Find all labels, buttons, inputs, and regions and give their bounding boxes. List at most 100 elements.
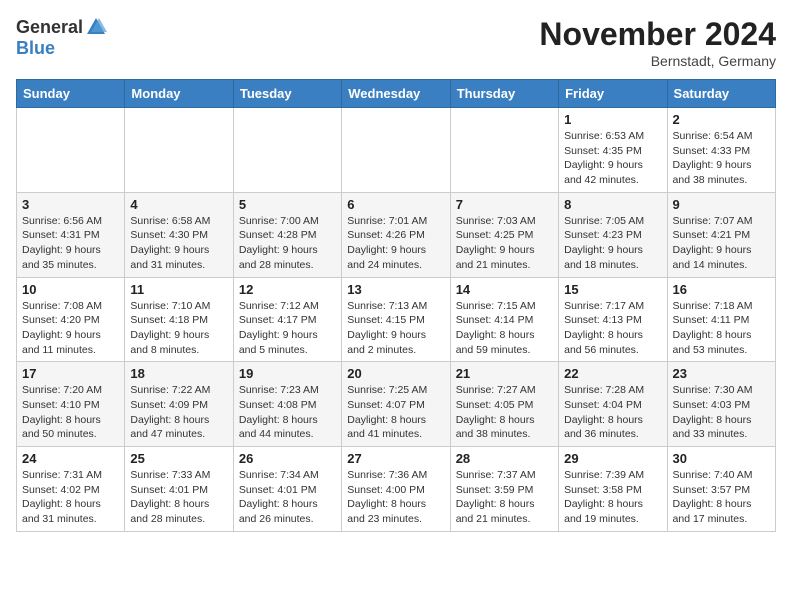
day-number: 22	[564, 366, 661, 381]
calendar-cell: 16Sunrise: 7:18 AM Sunset: 4:11 PM Dayli…	[667, 277, 775, 362]
day-number: 5	[239, 197, 336, 212]
calendar-week-row: 10 Sunrise: 7:08 AM Sunset: 4:20 PM Dayli…	[17, 277, 776, 362]
calendar-header-day: Friday	[559, 80, 667, 108]
day-number: 30	[673, 451, 770, 466]
day-info: Sunrise: 7:15 AM Sunset: 4:14 PM Dayligh…	[456, 299, 553, 358]
calendar-cell	[125, 108, 233, 193]
day-info: Sunrise: 7:28 AM Sunset: 4:04 PM Dayligh…	[564, 383, 661, 442]
calendar-cell: 3 Sunrise: 6:56 AM Sunset: 4:31 PM Daylig…	[17, 192, 125, 277]
day-info: Sunrise: 6:54 AM Sunset: 4:33 PM Dayligh…	[673, 129, 770, 188]
calendar-header-row: SundayMondayTuesdayWednesdayThursdayFrid…	[17, 80, 776, 108]
day-info: Sunrise: 7:13 AM Sunset: 4:15 PM Dayligh…	[347, 299, 444, 358]
calendar-week-row: 17 Sunrise: 7:20 AM Sunset: 4:10 PM Dayli…	[17, 362, 776, 447]
day-number: 9	[673, 197, 770, 212]
calendar-header-day: Wednesday	[342, 80, 450, 108]
day-number: 29	[564, 451, 661, 466]
day-info: Sunrise: 7:12 AM Sunset: 4:17 PM Dayligh…	[239, 299, 336, 358]
calendar-week-row: 24Sunrise: 7:31 AM Sunset: 4:02 PM Dayli…	[17, 447, 776, 532]
calendar-cell: 1Sunrise: 6:53 AM Sunset: 4:35 PM Daylig…	[559, 108, 667, 193]
logo-icon	[85, 16, 107, 38]
day-info: Sunrise: 7:27 AM Sunset: 4:05 PM Dayligh…	[456, 383, 553, 442]
day-info: Sunrise: 7:30 AM Sunset: 4:03 PM Dayligh…	[673, 383, 770, 442]
day-info: Sunrise: 7:39 AM Sunset: 3:58 PM Dayligh…	[564, 468, 661, 527]
calendar-cell: 15Sunrise: 7:17 AM Sunset: 4:13 PM Dayli…	[559, 277, 667, 362]
calendar-header-day: Monday	[125, 80, 233, 108]
calendar-cell: 19 Sunrise: 7:23 AM Sunset: 4:08 PM Dayli…	[233, 362, 341, 447]
location: Bernstadt, Germany	[539, 53, 776, 69]
calendar-cell: 17 Sunrise: 7:20 AM Sunset: 4:10 PM Dayli…	[17, 362, 125, 447]
day-number: 17	[22, 366, 119, 381]
calendar-cell	[233, 108, 341, 193]
day-info: Sunrise: 7:36 AM Sunset: 4:00 PM Dayligh…	[347, 468, 444, 527]
calendar-header-day: Saturday	[667, 80, 775, 108]
day-info: Sunrise: 7:34 AM Sunset: 4:01 PM Dayligh…	[239, 468, 336, 527]
logo: General Blue	[16, 16, 107, 59]
calendar-cell: 8 Sunrise: 7:05 AM Sunset: 4:23 PM Daylig…	[559, 192, 667, 277]
day-number: 11	[130, 282, 227, 297]
day-number: 27	[347, 451, 444, 466]
calendar-cell: 26 Sunrise: 7:34 AM Sunset: 4:01 PM Dayli…	[233, 447, 341, 532]
calendar-week-row: 3 Sunrise: 6:56 AM Sunset: 4:31 PM Daylig…	[17, 192, 776, 277]
day-info: Sunrise: 7:00 AM Sunset: 4:28 PM Dayligh…	[239, 214, 336, 273]
day-info: Sunrise: 7:40 AM Sunset: 3:57 PM Dayligh…	[673, 468, 770, 527]
calendar: SundayMondayTuesdayWednesdayThursdayFrid…	[16, 79, 776, 532]
day-number: 26	[239, 451, 336, 466]
day-number: 10	[22, 282, 119, 297]
day-number: 12	[239, 282, 336, 297]
day-info: Sunrise: 7:03 AM Sunset: 4:25 PM Dayligh…	[456, 214, 553, 273]
calendar-cell: 28Sunrise: 7:37 AM Sunset: 3:59 PM Dayli…	[450, 447, 558, 532]
day-number: 16	[673, 282, 770, 297]
calendar-cell	[17, 108, 125, 193]
calendar-header-day: Tuesday	[233, 80, 341, 108]
day-info: Sunrise: 7:22 AM Sunset: 4:09 PM Dayligh…	[130, 383, 227, 442]
day-info: Sunrise: 7:07 AM Sunset: 4:21 PM Dayligh…	[673, 214, 770, 273]
calendar-cell: 20Sunrise: 7:25 AM Sunset: 4:07 PM Dayli…	[342, 362, 450, 447]
day-number: 19	[239, 366, 336, 381]
day-info: Sunrise: 7:08 AM Sunset: 4:20 PM Dayligh…	[22, 299, 119, 358]
day-number: 6	[347, 197, 444, 212]
calendar-cell: 18 Sunrise: 7:22 AM Sunset: 4:09 PM Dayli…	[125, 362, 233, 447]
calendar-cell: 25 Sunrise: 7:33 AM Sunset: 4:01 PM Dayli…	[125, 447, 233, 532]
day-number: 13	[347, 282, 444, 297]
calendar-cell: 5 Sunrise: 7:00 AM Sunset: 4:28 PM Daylig…	[233, 192, 341, 277]
calendar-cell: 7Sunrise: 7:03 AM Sunset: 4:25 PM Daylig…	[450, 192, 558, 277]
calendar-week-row: 1Sunrise: 6:53 AM Sunset: 4:35 PM Daylig…	[17, 108, 776, 193]
day-info: Sunrise: 7:33 AM Sunset: 4:01 PM Dayligh…	[130, 468, 227, 527]
calendar-cell	[342, 108, 450, 193]
calendar-cell: 12 Sunrise: 7:12 AM Sunset: 4:17 PM Dayli…	[233, 277, 341, 362]
day-number: 28	[456, 451, 553, 466]
calendar-header-day: Sunday	[17, 80, 125, 108]
day-info: Sunrise: 7:23 AM Sunset: 4:08 PM Dayligh…	[239, 383, 336, 442]
calendar-cell: 2 Sunrise: 6:54 AM Sunset: 4:33 PM Daylig…	[667, 108, 775, 193]
calendar-cell: 21 Sunrise: 7:27 AM Sunset: 4:05 PM Dayli…	[450, 362, 558, 447]
day-info: Sunrise: 6:58 AM Sunset: 4:30 PM Dayligh…	[130, 214, 227, 273]
header: General Blue November 2024 Bernstadt, Ge…	[16, 16, 776, 69]
day-number: 4	[130, 197, 227, 212]
day-number: 3	[22, 197, 119, 212]
day-number: 25	[130, 451, 227, 466]
day-info: Sunrise: 6:56 AM Sunset: 4:31 PM Dayligh…	[22, 214, 119, 273]
day-number: 15	[564, 282, 661, 297]
calendar-cell: 29 Sunrise: 7:39 AM Sunset: 3:58 PM Dayli…	[559, 447, 667, 532]
day-number: 14	[456, 282, 553, 297]
title-area: November 2024 Bernstadt, Germany	[539, 16, 776, 69]
day-number: 2	[673, 112, 770, 127]
calendar-cell: 10 Sunrise: 7:08 AM Sunset: 4:20 PM Dayli…	[17, 277, 125, 362]
logo-general-text: General	[16, 17, 83, 38]
day-info: Sunrise: 7:01 AM Sunset: 4:26 PM Dayligh…	[347, 214, 444, 273]
calendar-cell: 6 Sunrise: 7:01 AM Sunset: 4:26 PM Daylig…	[342, 192, 450, 277]
calendar-cell: 4 Sunrise: 6:58 AM Sunset: 4:30 PM Daylig…	[125, 192, 233, 277]
day-number: 21	[456, 366, 553, 381]
day-info: Sunrise: 7:20 AM Sunset: 4:10 PM Dayligh…	[22, 383, 119, 442]
day-number: 18	[130, 366, 227, 381]
calendar-cell	[450, 108, 558, 193]
calendar-cell: 27 Sunrise: 7:36 AM Sunset: 4:00 PM Dayli…	[342, 447, 450, 532]
day-number: 8	[564, 197, 661, 212]
day-info: Sunrise: 7:10 AM Sunset: 4:18 PM Dayligh…	[130, 299, 227, 358]
calendar-cell: 30 Sunrise: 7:40 AM Sunset: 3:57 PM Dayli…	[667, 447, 775, 532]
day-info: Sunrise: 7:25 AM Sunset: 4:07 PM Dayligh…	[347, 383, 444, 442]
month-title: November 2024	[539, 16, 776, 53]
calendar-cell: 24Sunrise: 7:31 AM Sunset: 4:02 PM Dayli…	[17, 447, 125, 532]
day-number: 23	[673, 366, 770, 381]
day-info: Sunrise: 7:05 AM Sunset: 4:23 PM Dayligh…	[564, 214, 661, 273]
